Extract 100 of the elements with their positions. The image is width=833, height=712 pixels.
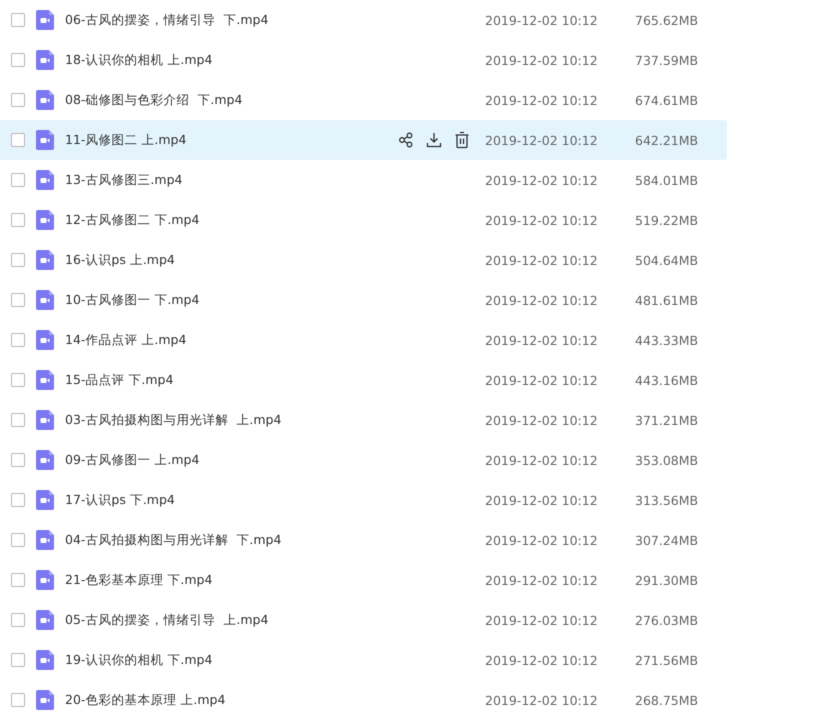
checkbox[interactable] <box>11 333 25 347</box>
file-row[interactable]: 15-品点评 下.mp4 2019-12-02 10:12 443.16MB <box>0 360 727 400</box>
file-row[interactable]: 16-认识ps 上.mp4 2019-12-02 10:12 504.64MB <box>0 240 727 280</box>
file-size: 519.22MB <box>635 212 698 228</box>
file-size: 642.21MB <box>635 132 698 148</box>
file-size: 291.30MB <box>635 572 698 588</box>
file-name: 14-作品点评 上.mp4 <box>65 332 188 348</box>
checkbox[interactable] <box>11 213 25 227</box>
video-file-icon <box>36 330 54 350</box>
checkbox[interactable] <box>11 253 25 267</box>
modified-date: 2019-12-02 10:12 <box>485 252 599 268</box>
file-name: 06-古风的摆姿，情绪引导 下.mp4 <box>65 12 270 28</box>
file-row[interactable]: 08-础修图与色彩介绍 下.mp4 2019-12-02 10:12 674.61MB <box>0 80 727 120</box>
file-row[interactable]: 10-古风修图一 下.mp4 2019-12-02 10:12 481.61MB <box>0 280 727 320</box>
file-size: 737.59MB <box>635 52 698 68</box>
video-file-icon <box>36 410 54 430</box>
video-file-icon <box>36 370 54 390</box>
modified-date: 2019-12-02 10:12 <box>485 532 599 548</box>
video-file-icon <box>36 210 54 230</box>
modified-date: 2019-12-02 10:12 <box>485 372 599 388</box>
file-row[interactable]: 11-风修图二 上.mp4 2019-12-02 10:12 642.21MB <box>0 120 727 160</box>
modified-date: 2019-12-02 10:12 <box>485 412 599 428</box>
file-name: 03-古风拍摄构图与用光详解 上.mp4 <box>65 412 282 428</box>
video-file-icon <box>36 450 54 470</box>
modified-date: 2019-12-02 10:12 <box>485 692 599 708</box>
file-row[interactable]: 04-古风拍摄构图与用光详解 下.mp4 2019-12-02 10:12 307.24MB <box>0 520 727 560</box>
file-name: 09-古风修图一 上.mp4 <box>65 452 200 468</box>
file-name: 12-古风修图二 下.mp4 <box>65 212 200 228</box>
file-row[interactable]: 03-古风拍摄构图与用光详解 上.mp4 2019-12-02 10:12 371.21MB <box>0 400 727 440</box>
modified-date: 2019-12-02 10:12 <box>485 92 599 108</box>
file-row[interactable]: 09-古风修图一 上.mp4 2019-12-02 10:12 353.08MB <box>0 440 727 480</box>
file-row[interactable]: 05-古风的摆姿，情绪引导 上.mp4 2019-12-02 10:12 276.03MB <box>0 600 727 640</box>
file-size: 443.16MB <box>635 372 698 388</box>
file-size: 268.75MB <box>635 692 698 708</box>
file-name: 10-古风修图一 下.mp4 <box>65 292 200 308</box>
modified-date: 2019-12-02 10:12 <box>485 292 599 308</box>
file-name: 11-风修图二 上.mp4 <box>65 132 188 148</box>
video-file-icon <box>36 290 54 310</box>
file-row[interactable]: 06-古风的摆姿，情绪引导 下.mp4 2019-12-02 10:12 765.62MB <box>0 0 727 40</box>
file-name: 20-色彩的基本原理 上.mp4 <box>65 692 226 708</box>
file-size: 674.61MB <box>635 92 698 108</box>
checkbox[interactable] <box>11 653 25 667</box>
file-size: 443.33MB <box>635 332 698 348</box>
file-size: 481.61MB <box>635 292 698 308</box>
trash-icon[interactable] <box>453 131 471 149</box>
file-name: 21-色彩基本原理 下.mp4 <box>65 572 214 588</box>
modified-date: 2019-12-02 10:12 <box>485 572 599 588</box>
file-name: 13-古风修图三.mp4 <box>65 172 184 188</box>
file-size: 276.03MB <box>635 612 698 628</box>
modified-date: 2019-12-02 10:12 <box>485 12 599 28</box>
video-file-icon <box>36 170 54 190</box>
checkbox[interactable] <box>11 693 25 707</box>
file-name: 08-础修图与色彩介绍 下.mp4 <box>65 92 244 108</box>
modified-date: 2019-12-02 10:12 <box>485 652 599 668</box>
video-file-icon <box>36 690 54 710</box>
checkbox[interactable] <box>11 413 25 427</box>
video-file-icon <box>36 530 54 550</box>
checkbox[interactable] <box>11 533 25 547</box>
file-row[interactable]: 17-认识ps 下.mp4 2019-12-02 10:12 313.56MB <box>0 480 727 520</box>
file-size: 371.21MB <box>635 412 698 428</box>
checkbox[interactable] <box>11 93 25 107</box>
checkbox[interactable] <box>11 493 25 507</box>
file-size: 353.08MB <box>635 452 698 468</box>
file-size: 765.62MB <box>635 12 698 28</box>
modified-date: 2019-12-02 10:12 <box>485 492 599 508</box>
file-row[interactable]: 21-色彩基本原理 下.mp4 2019-12-02 10:12 291.30MB <box>0 560 727 600</box>
checkbox[interactable] <box>11 13 25 27</box>
file-row[interactable]: 18-认识你的相机 上.mp4 2019-12-02 10:12 737.59MB <box>0 40 727 80</box>
checkbox[interactable] <box>11 453 25 467</box>
file-row[interactable]: 19-认识你的相机 下.mp4 2019-12-02 10:12 271.56MB <box>0 640 727 680</box>
checkbox[interactable] <box>11 173 25 187</box>
file-name: 04-古风拍摄构图与用光详解 下.mp4 <box>65 532 282 548</box>
download-icon[interactable] <box>425 131 443 149</box>
file-row[interactable]: 12-古风修图二 下.mp4 2019-12-02 10:12 519.22MB <box>0 200 727 240</box>
file-row[interactable]: 20-色彩的基本原理 上.mp4 2019-12-02 10:12 268.75MB <box>0 680 727 712</box>
file-row[interactable]: 13-古风修图三.mp4 2019-12-02 10:12 584.01MB <box>0 160 727 200</box>
video-file-icon <box>36 90 54 110</box>
file-row[interactable]: 14-作品点评 上.mp4 2019-12-02 10:12 443.33MB <box>0 320 727 360</box>
checkbox[interactable] <box>11 373 25 387</box>
checkbox[interactable] <box>11 133 25 147</box>
modified-date: 2019-12-02 10:12 <box>485 332 599 348</box>
video-file-icon <box>36 130 54 150</box>
file-size: 271.56MB <box>635 652 698 668</box>
checkbox[interactable] <box>11 573 25 587</box>
video-file-icon <box>36 10 54 30</box>
video-file-icon <box>36 570 54 590</box>
checkbox[interactable] <box>11 293 25 307</box>
checkbox[interactable] <box>11 53 25 67</box>
video-file-icon <box>36 610 54 630</box>
modified-date: 2019-12-02 10:12 <box>485 52 599 68</box>
modified-date: 2019-12-02 10:12 <box>485 452 599 468</box>
video-file-icon <box>36 250 54 270</box>
modified-date: 2019-12-02 10:12 <box>485 172 599 188</box>
file-size: 584.01MB <box>635 172 698 188</box>
file-name: 19-认识你的相机 下.mp4 <box>65 652 214 668</box>
share-icon[interactable] <box>397 131 415 149</box>
file-name: 17-认识ps 下.mp4 <box>65 492 176 508</box>
video-file-icon <box>36 650 54 670</box>
checkbox[interactable] <box>11 613 25 627</box>
file-size: 313.56MB <box>635 492 698 508</box>
